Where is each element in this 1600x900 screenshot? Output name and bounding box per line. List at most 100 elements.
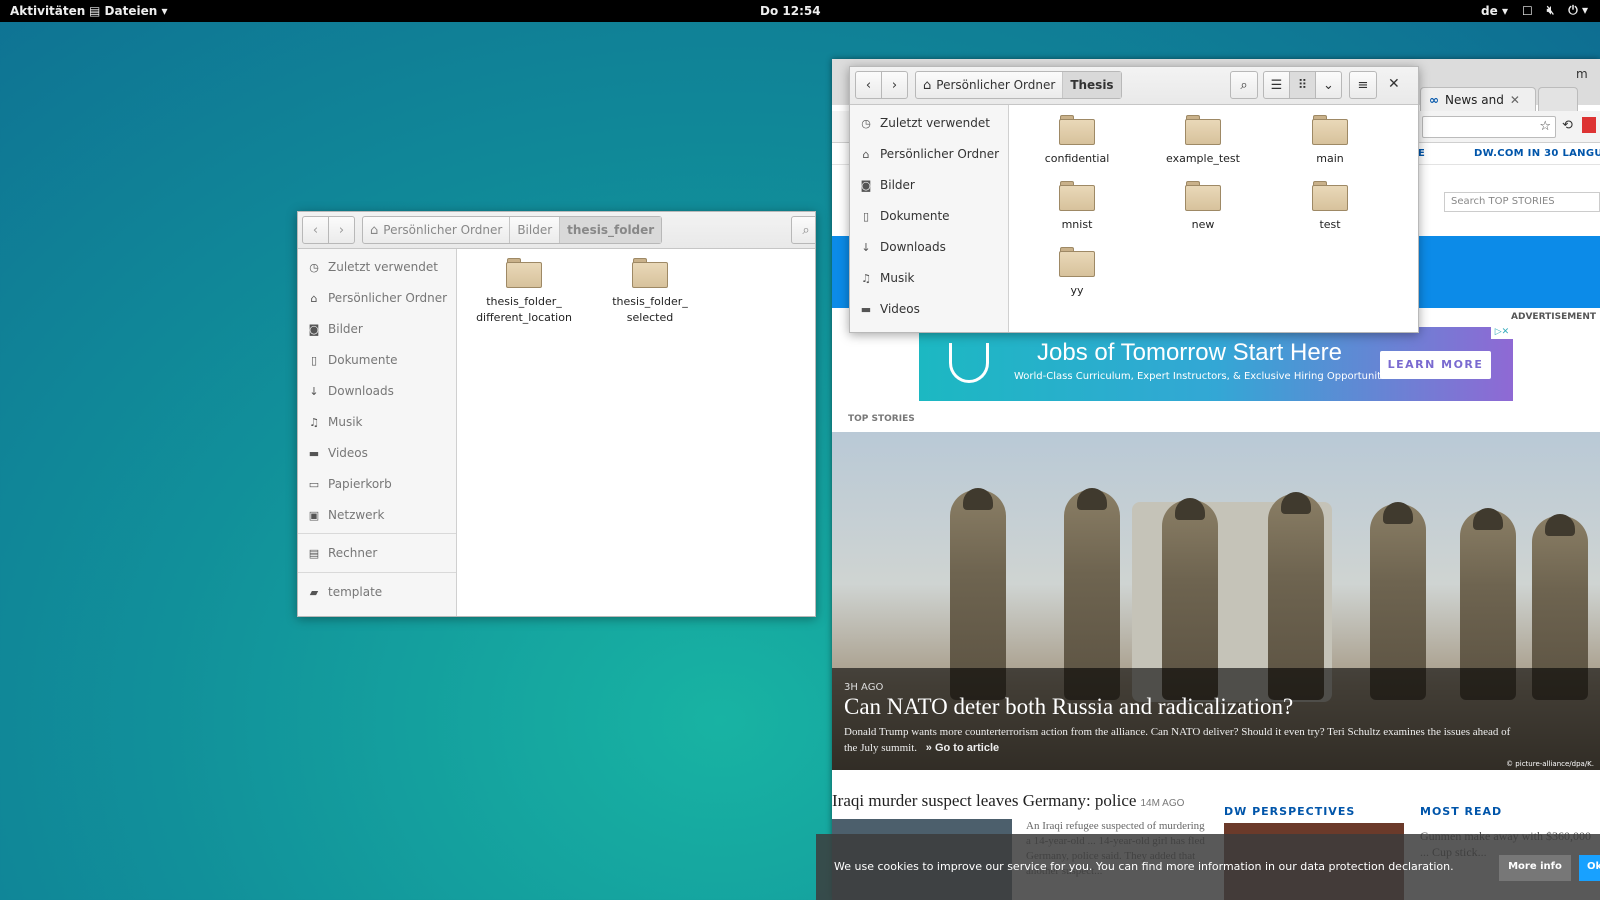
- back-button[interactable]: ‹: [855, 71, 882, 99]
- folder-item[interactable]: mnist: [1017, 181, 1137, 233]
- bookmark-star-icon[interactable]: ☆: [1539, 119, 1551, 134]
- breadcrumb-thesis[interactable]: Thesis: [1063, 72, 1121, 98]
- folder-label: thesis_folder_ different_location: [476, 295, 572, 324]
- folder-item[interactable]: test: [1270, 181, 1390, 233]
- folder-item[interactable]: yy: [1017, 247, 1137, 299]
- folder-item[interactable]: thesis_folder_ selected: [590, 258, 710, 326]
- places-sidebar: ◷ Zuletzt verwendet ⌂ Persönlicher Ordner …: [850, 105, 1009, 332]
- places-sidebar: ◷ Zuletzt verwendet ⌂ Persönlicher Ordner …: [298, 249, 457, 616]
- sidebar-item-network[interactable]: ▣ Netzwerk: [308, 508, 385, 522]
- list-view-button[interactable]: ☰: [1263, 71, 1290, 99]
- folder-icon: [1185, 115, 1221, 145]
- menu-button[interactable]: ≡: [1349, 71, 1377, 99]
- url-field[interactable]: ☆: [1422, 116, 1556, 138]
- search-button[interactable]: ⌕: [1230, 71, 1258, 99]
- advertisement-label: ADVERTISEMENT: [1511, 312, 1596, 322]
- forward-button[interactable]: ›: [328, 216, 355, 244]
- search-icon: ⌕: [1240, 77, 1248, 93]
- folder-item[interactable]: main: [1270, 115, 1390, 167]
- forward-button[interactable]: ›: [881, 71, 908, 99]
- sidebar-item-music[interactable]: ♫ Musik: [860, 271, 914, 285]
- search-input[interactable]: Search TOP STORIES: [1444, 192, 1600, 212]
- document-icon: ▯: [310, 353, 318, 367]
- clock[interactable]: Do 12:54: [760, 4, 821, 18]
- folder-item[interactable]: example_test: [1143, 115, 1263, 167]
- sidebar-item-documents[interactable]: ▯ Dokumente: [860, 209, 950, 223]
- dw-languages-link[interactable]: DW.COM IN 30 LANGUAG: [1474, 148, 1600, 159]
- sidebar-item-home[interactable]: ⌂ Persönlicher Ordner: [860, 147, 1000, 161]
- breadcrumb-home[interactable]: ⌂ Persönlicher Ordner: [363, 217, 511, 243]
- keyboard-layout-indicator[interactable]: de ▾: [1481, 4, 1508, 18]
- tab-news[interactable]: ∞ News and ✕: [1420, 87, 1536, 111]
- chevron-down-icon: ▾: [161, 4, 168, 18]
- grid-view-button[interactable]: ⠿: [1289, 71, 1316, 99]
- new-tab-button[interactable]: [1538, 87, 1578, 111]
- most-read-label[interactable]: MOST READ: [1420, 805, 1502, 818]
- cookie-message: We use cookies to improve our service fo…: [834, 860, 1454, 873]
- chevron-right-icon: ›: [338, 222, 345, 238]
- sidebar-item-downloads[interactable]: ↓ Downloads: [308, 384, 394, 398]
- folder-icon: [1059, 181, 1095, 211]
- folder-label: new: [1191, 218, 1215, 231]
- nav-fragment[interactable]: E: [1418, 148, 1425, 159]
- advertisement-banner[interactable]: Jobs of Tomorrow Start Here World-Class …: [919, 327, 1513, 401]
- more-info-button[interactable]: More info: [1499, 855, 1571, 881]
- history-buttons: ‹ ›: [855, 71, 908, 99]
- story-title[interactable]: Can NATO deter both Russia and radicaliz…: [844, 694, 1293, 720]
- go-to-article-link[interactable]: » Go to article: [926, 742, 999, 754]
- folder-item[interactable]: new: [1143, 181, 1263, 233]
- window-icon[interactable]: ☐: [1522, 4, 1533, 18]
- activities-button[interactable]: Aktivitäten: [10, 4, 85, 18]
- sidebar-item-home[interactable]: ⌂ Persönlicher Ordner: [308, 291, 448, 305]
- camera-icon: ◙: [860, 178, 872, 192]
- search-button[interactable]: ⌕: [791, 216, 815, 244]
- app-menu-button[interactable]: ▤ Dateien ▾: [89, 4, 167, 18]
- download-icon: ↓: [309, 384, 319, 398]
- file-manager-window-thesis[interactable]: ‹ › ⌂ Persönlicher Ordner Thesis ⌕ ☰ ⠿ ⌄ …: [849, 66, 1419, 333]
- sidebar-item-downloads[interactable]: ↓ Downloads: [860, 240, 946, 254]
- top-bar: Aktivitäten ▤ Dateien ▾ Do 12:54 de ▾ ☐ …: [0, 0, 1600, 22]
- sidebar-item-videos[interactable]: ▬ Videos: [308, 446, 368, 460]
- extension-icon[interactable]: ⟲: [1562, 118, 1573, 133]
- sidebar-item-template[interactable]: ▰ template: [308, 585, 382, 599]
- story-age: 3H AGO: [844, 682, 884, 693]
- home-icon: ⌂: [923, 77, 932, 93]
- ad-close-icon[interactable]: ▷✕: [1491, 327, 1513, 339]
- film-icon: ▬: [860, 302, 872, 316]
- ok-button[interactable]: Ok: [1579, 855, 1600, 881]
- story-teaser: Donald Trump wants more counterterrorism…: [844, 726, 1511, 754]
- close-icon[interactable]: ✕: [1510, 93, 1520, 107]
- breadcrumb-home[interactable]: ⌂ Persönlicher Ordner: [916, 72, 1064, 98]
- dw-perspectives-label[interactable]: DW PERSPECTIVES: [1224, 805, 1355, 818]
- sidebar-item-trash[interactable]: ▭ Papierkorb: [308, 477, 392, 491]
- folder-item[interactable]: thesis_folder_ different_location: [464, 258, 584, 326]
- folder-label: test: [1319, 218, 1341, 231]
- breadcrumb-thesis-folder[interactable]: thesis_folder: [560, 217, 662, 243]
- second-story-title[interactable]: Iraqi murder suspect leaves Germany: pol…: [832, 791, 1184, 811]
- folder-icon: [1312, 115, 1348, 145]
- power-icon[interactable]: ⏻ ▾: [1568, 3, 1588, 18]
- view-options-button[interactable]: ⌄: [1315, 71, 1342, 99]
- close-button[interactable]: ✕: [1388, 76, 1400, 92]
- file-manager-window-thesis-folder[interactable]: ‹ › ⌂ Persönlicher Ordner Bilder thesis_f…: [297, 211, 816, 617]
- folder-label: yy: [1070, 284, 1084, 297]
- sidebar-item-computer[interactable]: ▤ Rechner: [308, 546, 378, 560]
- music-icon: ♫: [309, 415, 319, 429]
- sidebar-item-music[interactable]: ♫ Musik: [308, 415, 362, 429]
- sidebar-item-videos[interactable]: ▬ Videos: [860, 302, 920, 316]
- sidebar-item-recent[interactable]: ◷ Zuletzt verwendet: [860, 116, 990, 130]
- folder-label: main: [1316, 152, 1344, 165]
- breadcrumb-bilder[interactable]: Bilder: [510, 217, 561, 243]
- sidebar-item-documents[interactable]: ▯ Dokumente: [308, 353, 398, 367]
- hero-story[interactable]: 3H AGO Can NATO deter both Russia and ra…: [832, 432, 1600, 770]
- extension-red-icon[interactable]: [1582, 117, 1596, 133]
- sidebar-item-recent[interactable]: ◷ Zuletzt verwendet: [308, 260, 438, 274]
- back-button[interactable]: ‹: [302, 216, 329, 244]
- folder-label: mnist: [1061, 218, 1093, 231]
- learn-more-button[interactable]: LEARN MORE: [1380, 351, 1491, 379]
- sidebar-item-pictures[interactable]: ◙ Bilder: [860, 178, 915, 192]
- folder-item[interactable]: confidential: [1017, 115, 1137, 167]
- volume-muted-icon[interactable]: 🔇︎: [1547, 3, 1555, 18]
- home-icon: ⌂: [370, 222, 379, 238]
- sidebar-item-pictures[interactable]: ◙ Bilder: [308, 322, 363, 336]
